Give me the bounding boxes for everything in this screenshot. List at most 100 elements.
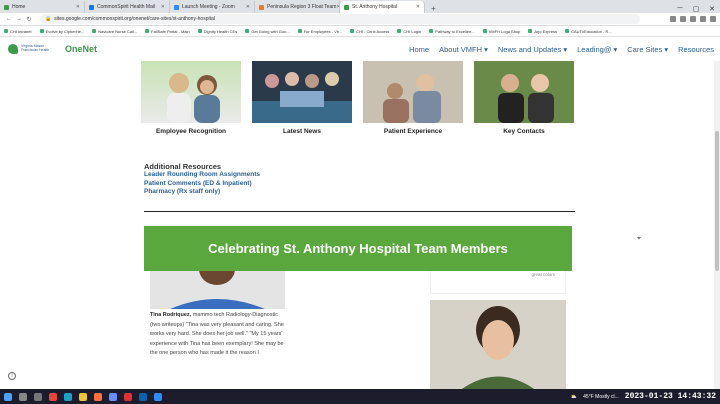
tile-employee-recognition[interactable]: Employee Recognition xyxy=(141,61,241,135)
edge-icon[interactable] xyxy=(64,392,72,401)
store-icon[interactable] xyxy=(109,392,117,401)
tab-favicon xyxy=(89,4,94,10)
bookmark-icon xyxy=(429,29,434,33)
bookmark-item[interactable]: Arjo Express xyxy=(528,29,557,34)
tab-zoom[interactable]: Launch Meeting - Zoom ✕ xyxy=(170,1,255,13)
bookmark-icon xyxy=(245,29,250,33)
bookmark-item[interactable]: CHI - Citrix Access xyxy=(350,29,389,34)
tab-favicon xyxy=(4,4,9,10)
window-controls: ─ ▢ ✕ xyxy=(672,5,720,13)
team-member-photo-right xyxy=(430,300,566,389)
nav-resources[interactable]: Resources xyxy=(678,45,714,54)
bookmark-item[interactable]: For Employees - Vir... xyxy=(297,29,342,34)
nav-home[interactable]: Home xyxy=(409,45,429,54)
nav-news[interactable]: News and Updates ▾ xyxy=(498,45,567,54)
close-icon[interactable]: ✕ xyxy=(416,4,420,10)
close-icon[interactable]: ✕ xyxy=(76,4,80,10)
bookmark-item[interactable]: Pathway to Excellen... xyxy=(429,29,475,34)
app-icon[interactable] xyxy=(124,392,132,401)
weather-text[interactable]: 45°F Mostly cl... xyxy=(583,394,619,400)
contacts-photo xyxy=(498,74,554,123)
back-icon[interactable]: ← xyxy=(4,16,14,22)
bookmark-icon xyxy=(397,29,402,33)
forward-icon[interactable]: → xyxy=(14,16,24,22)
bookmark-item[interactable]: Evolve by CipherHe... xyxy=(39,29,84,34)
minimize-icon[interactable]: ─ xyxy=(672,5,688,13)
mail-icon[interactable] xyxy=(139,392,147,401)
member-name: Tina Rodriquez, xyxy=(150,312,192,318)
page-scrollbar[interactable] xyxy=(714,61,720,389)
link-patient-comments[interactable]: Patient Comments (ED & Inpatient) xyxy=(144,180,260,189)
help-icon[interactable]: i xyxy=(8,372,16,380)
address-bar-row: ← → ↻ 🔒 sites.google.com/commonspirit.or… xyxy=(0,13,720,26)
site-logo[interactable]: Virginia Mason Franciscan Health OneNet xyxy=(8,44,97,54)
close-window-icon[interactable]: ✕ xyxy=(704,5,720,13)
menu-icon[interactable] xyxy=(710,16,716,22)
divider xyxy=(144,211,575,212)
lock-icon: 🔒 xyxy=(45,16,52,22)
tile-image xyxy=(363,61,463,123)
tab-home[interactable]: Home ✕ xyxy=(0,1,85,13)
member-comments: mammo tech Radiology-Diagnostic (two wri… xyxy=(150,312,284,356)
bookmark-icon xyxy=(350,29,355,33)
chrome-icon[interactable] xyxy=(49,392,57,401)
clock[interactable]: 2023-01-23 14:43:32 xyxy=(625,392,716,401)
tile-image xyxy=(141,61,241,123)
portrait-image xyxy=(430,300,566,389)
url-input[interactable]: 🔒 sites.google.com/commonspirit.org/onen… xyxy=(40,14,640,24)
bookmark-item[interactable]: FallSafe Portal - Main xyxy=(145,29,190,34)
tab-favicon xyxy=(259,4,264,10)
bookmark-item[interactable]: CHI Intranet xyxy=(4,29,32,34)
bookmark-icon xyxy=(92,29,97,33)
tab-favicon xyxy=(174,4,179,10)
recognition-card-right-top: great colors xyxy=(430,271,566,294)
bookmark-item[interactable]: Dignity Health CEs xyxy=(197,29,237,34)
bookmark-icon xyxy=(197,29,202,33)
bookmark-item[interactable]: CAUTI/Education - R... xyxy=(565,29,612,34)
tile-image xyxy=(252,61,352,123)
portrait-image xyxy=(150,271,285,309)
page-content: Employee Recognition Latest News Patient… xyxy=(0,61,714,389)
share-icon[interactable] xyxy=(670,16,676,22)
windows-start-icon[interactable] xyxy=(4,392,12,401)
close-icon[interactable]: ✕ xyxy=(161,4,165,10)
bookmarks-bar: CHI Intranet Evolve by CipherHe... Navic… xyxy=(0,26,720,37)
nav-care-sites[interactable]: Care Sites ▾ xyxy=(627,45,668,54)
tab-favicon xyxy=(344,4,349,10)
star-icon[interactable] xyxy=(680,16,686,22)
tile-key-contacts[interactable]: Key Contacts xyxy=(474,61,574,135)
reload-icon[interactable]: ↻ xyxy=(24,16,34,23)
bookmark-item[interactable]: VMFH Logo Shop xyxy=(482,29,520,34)
system-tray: ⛅ 45°F Mostly cl... 2023-01-23 14:43:32 xyxy=(571,392,716,401)
zoom-icon[interactable] xyxy=(154,392,162,401)
additional-resources-heading: Additional Resources xyxy=(144,162,222,171)
card-snippet: great colors xyxy=(531,272,555,277)
tab-mail[interactable]: CommonSpirit Health Mail ✕ xyxy=(85,1,170,13)
nav-about[interactable]: About VMFH ▾ xyxy=(439,45,488,54)
weather-icon[interactable]: ⛅ xyxy=(571,394,577,400)
extension-icon[interactable] xyxy=(690,16,696,22)
bookmark-item[interactable]: CHI Login xyxy=(397,29,421,34)
new-tab-button[interactable]: + xyxy=(425,4,442,13)
bookmark-item[interactable]: Navicare Nurse Call... xyxy=(92,29,137,34)
file-explorer-icon[interactable] xyxy=(79,392,87,401)
profile-icon[interactable] xyxy=(700,16,706,22)
tile-patient-experience[interactable]: Patient Experience xyxy=(363,61,463,135)
bookmark-item[interactable]: Get Going with Goo... xyxy=(245,29,290,34)
tiles-row: Employee Recognition Latest News Patient… xyxy=(141,61,574,135)
tab-float-team[interactable]: Peninsula Region 3 Float Team✕ xyxy=(255,1,340,13)
tile-latest-news[interactable]: Latest News xyxy=(252,61,352,135)
bookmark-icon xyxy=(565,29,570,33)
link-leader-rounding[interactable]: Leader Rounding Room Assignments xyxy=(144,171,260,180)
search-icon[interactable] xyxy=(19,392,27,401)
tile-image xyxy=(474,61,574,123)
link-pharmacy[interactable]: Pharmacy (Rx staff only) xyxy=(144,188,260,197)
tab-st-anthony[interactable]: St. Anthony Hospital ✕ xyxy=(340,1,425,13)
bookmark-icon xyxy=(482,29,487,33)
scrollbar-thumb[interactable] xyxy=(715,131,719,271)
task-view-icon[interactable] xyxy=(34,392,42,401)
close-icon[interactable]: ✕ xyxy=(246,4,250,10)
nav-leading[interactable]: Leading@ ▾ xyxy=(577,45,617,54)
maximize-icon[interactable]: ▢ xyxy=(688,5,704,13)
firefox-icon[interactable] xyxy=(94,392,102,401)
